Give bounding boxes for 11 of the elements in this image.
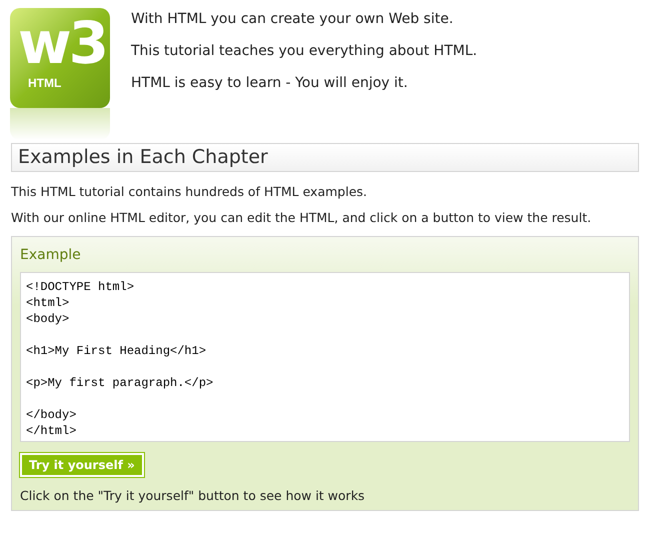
paragraph: With our online HTML editor, you can edit the HTML, and click on a button to view the result.	[11, 209, 592, 226]
intro-text: This tutorial teaches you everything about HTML.	[131, 42, 478, 60]
instruction-text: Click on the "Try it yourself" button to see how it works	[20, 487, 366, 504]
logo-drawing: w3 HTML	[10, 8, 110, 140]
intro-text: HTML is easy to learn - You will enjoy it.	[131, 74, 409, 92]
example-title: Example	[20, 246, 82, 264]
section-heading: Examples in Each Chapter	[11, 143, 639, 172]
try-it-button[interactable]: Try it yourself »	[20, 453, 144, 477]
intro-text: With HTML you can create your own Web site.	[131, 10, 454, 28]
code-block: <!DOCTYPE html> <html> <body> <h1>My First Heading</h1> <p>My first paragraph.</p> </body> </html>	[20, 272, 630, 442]
paragraph: This HTML tutorial contains hundreds of HTML examples.	[11, 183, 368, 200]
